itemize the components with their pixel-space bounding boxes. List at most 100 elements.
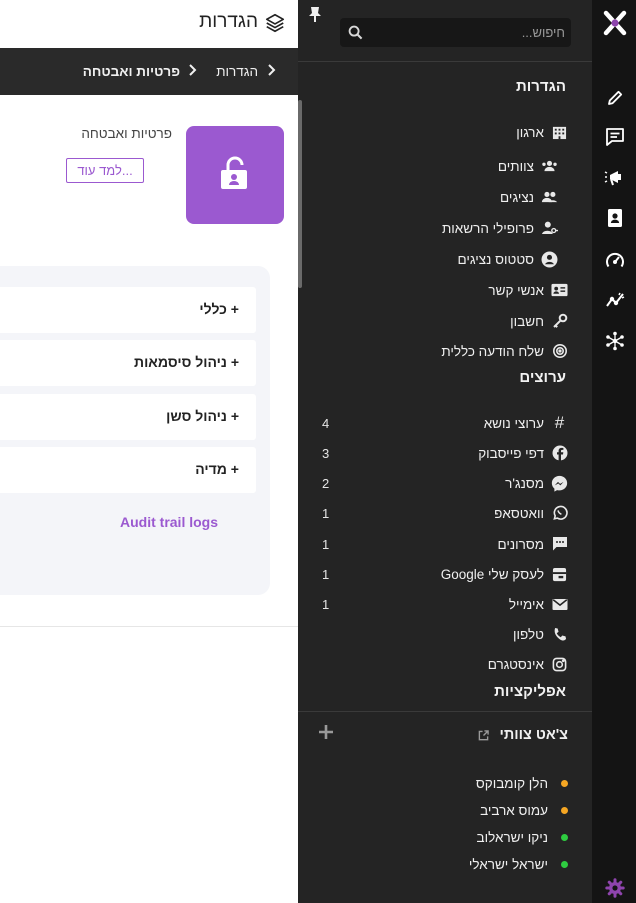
team-member[interactable]: ניקו ישראלוב <box>476 827 568 847</box>
agent-status-icon <box>541 251 558 268</box>
phone-icon <box>551 626 568 643</box>
sidebar-item-label: חשבון <box>510 313 544 329</box>
sidebar-item-topic-channels[interactable]: # ערוצי נושא <box>484 413 568 433</box>
sidebar-item-teams[interactable]: צוותים <box>498 156 558 176</box>
team-member[interactable]: עמוס ארביב <box>480 800 568 820</box>
team-member[interactable]: ישראל ישראלי <box>469 854 568 874</box>
topic-channels-count: 4 <box>322 416 330 431</box>
page-title: פרטיות ואבטחה <box>81 126 172 141</box>
privacy-hero-tile <box>186 126 284 224</box>
chat-icon[interactable] <box>604 126 626 148</box>
layers-icon <box>264 12 286 34</box>
add-chat-icon[interactable] <box>316 722 336 742</box>
team-member-name: ישראל ישראלי <box>468 856 548 872</box>
contacts-book-icon[interactable] <box>604 207 626 229</box>
email-icon <box>551 596 568 613</box>
messenger-count: 2 <box>322 476 330 491</box>
sidebar-item-label: אינסטגרם <box>487 656 544 672</box>
sidebar-item-label: סטטוס נציגים <box>457 251 534 267</box>
email-count: 1 <box>322 597 330 612</box>
sidebar-item-label: ערוצי נושא <box>483 415 544 431</box>
status-dot <box>561 860 568 868</box>
sidebar-item-instagram[interactable]: אינסטגרם <box>488 654 568 674</box>
sidebar-item-messenger[interactable]: מסנג'ר <box>505 473 568 493</box>
learn-more-button[interactable]: למד עוד... <box>66 158 144 183</box>
team-chat-header[interactable]: צ'אט צוותי <box>475 725 568 745</box>
divider <box>298 61 592 62</box>
building-icon <box>551 124 568 141</box>
sidebar-item-organization[interactable]: ארגון <box>516 122 568 142</box>
status-dot <box>561 779 568 787</box>
sidebar-item-phone[interactable]: טלפון <box>513 624 568 644</box>
whatsapp-icon <box>551 505 568 522</box>
chevron-right-icon <box>266 62 278 83</box>
section-label: + כללי <box>199 301 239 317</box>
agents-icon <box>541 189 558 206</box>
section-general[interactable]: + כללי <box>0 287 256 333</box>
section-label: + מדיה <box>195 461 239 477</box>
sidebar-item-account[interactable]: חשבון <box>510 311 568 331</box>
apps-section-title: אפליקציות <box>494 683 566 700</box>
facebook-pages-count: 3 <box>322 446 330 461</box>
external-link-icon <box>475 727 492 744</box>
section-media[interactable]: + מדיה <box>0 447 256 493</box>
chevron-right-icon <box>187 62 199 83</box>
pin-icon[interactable] <box>308 6 322 22</box>
sidebar-item-sms[interactable]: מסרונים <box>498 534 569 554</box>
scrollbar-thumb[interactable] <box>298 100 302 288</box>
instagram-icon <box>551 656 568 673</box>
hash-icon: # <box>554 413 565 432</box>
google-business-count: 1 <box>322 567 330 582</box>
section-session-management[interactable]: + ניהול סשן <box>0 394 256 440</box>
sms-count: 1 <box>322 537 330 552</box>
sms-icon <box>551 536 568 553</box>
section-password-management[interactable]: + ניהול סיסמאות <box>0 340 256 386</box>
content-header: הגדרות <box>0 0 298 48</box>
whatsapp-count: 1 <box>322 506 330 521</box>
contact-card-icon <box>551 282 568 299</box>
section-label: + ניהול סשן <box>166 408 239 424</box>
status-dot <box>561 806 568 814</box>
page-header-title: הגדרות <box>199 11 258 32</box>
sidebar-item-google-business[interactable]: לעסק שלי Google <box>441 564 568 584</box>
sidebar-item-label: טלפון <box>513 626 544 642</box>
teams-icon <box>541 158 558 175</box>
team-member-name: הלן קומבוקס <box>475 775 548 791</box>
messenger-icon <box>551 475 568 492</box>
settings-panel: הגדרות ארגון צוותים נציגים פרופילי הרשאו… <box>298 0 592 903</box>
section-label: + ניהול סיסמאות <box>134 354 239 370</box>
sidebar-item-agent-status[interactable]: סטטוס נציגים <box>457 249 558 269</box>
sidebar-item-contacts[interactable]: אנשי קשר <box>488 280 568 300</box>
speedometer-icon[interactable] <box>604 250 626 272</box>
sidebar-item-label: אנשי קשר <box>488 282 544 298</box>
sidebar-item-whatsapp[interactable]: וואטסאפ <box>494 503 568 523</box>
status-dot <box>561 833 568 841</box>
team-chat-title: צ'אט צוותי <box>499 727 568 743</box>
user-key-icon <box>541 220 558 237</box>
sidebar-item-facebook-pages[interactable]: דפי פייסבוק <box>478 443 568 463</box>
pencil-icon[interactable] <box>604 87 626 109</box>
sidebar-item-permission-profiles[interactable]: פרופילי הרשאות <box>442 218 558 238</box>
campaign-icon[interactable] <box>604 167 626 189</box>
google-business-icon <box>551 566 568 583</box>
sidebar-item-agents[interactable]: נציגים <box>500 187 558 207</box>
brand-logo-icon[interactable] <box>602 10 628 36</box>
analytics-icon[interactable] <box>604 289 626 311</box>
sidebar-item-label: נציגים <box>500 189 534 205</box>
search-input[interactable] <box>370 18 565 47</box>
breadcrumb-root[interactable]: הגדרות <box>216 64 258 79</box>
sidebar-item-email[interactable]: אימייל <box>509 594 568 614</box>
audit-trail-link[interactable]: Audit trail logs <box>120 514 218 530</box>
settings-gear-icon[interactable] <box>604 877 626 899</box>
team-member[interactable]: הלן קומבוקס <box>476 773 568 793</box>
team-member-name: עמוס ארביב <box>480 802 548 818</box>
facebook-icon <box>551 445 568 462</box>
integrations-icon[interactable] <box>604 330 626 352</box>
divider <box>0 626 298 627</box>
sidebar-item-label: מסרונים <box>497 536 545 552</box>
sidebar-item-label: צוותים <box>497 158 534 174</box>
sidebar-item-broadcast[interactable]: שלח הודעה כללית <box>441 341 568 361</box>
sidebar-item-label: דפי פייסבוק <box>478 445 544 461</box>
team-member-name: ניקו ישראלוב <box>476 829 549 845</box>
settings-section-title: הגדרות <box>516 78 566 95</box>
